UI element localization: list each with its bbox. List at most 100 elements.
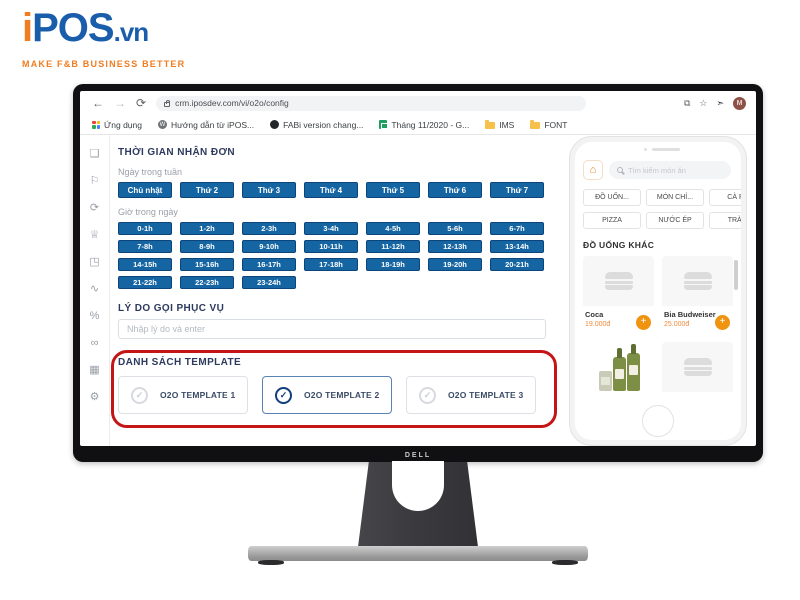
category-chip[interactable]: CÀ PH <box>709 189 741 206</box>
day-button[interactable]: Thứ 3 <box>242 182 296 198</box>
hour-button[interactable]: 8-9h <box>180 240 234 253</box>
template-card-1[interactable]: ✓ O2O TEMPLATE 1 <box>118 376 248 414</box>
dell-logo: DELL <box>73 452 763 459</box>
menu-items-grid: Coca 19.000đ + <box>583 256 735 392</box>
bookmark-huong-dan[interactable]: W Hướng dẫn từ iPOS... <box>158 120 254 130</box>
days-label: Ngày trong tuần <box>118 167 556 177</box>
hour-button[interactable]: 14-15h <box>118 258 172 271</box>
burger-placeholder-icon <box>684 358 712 376</box>
bookmark-sheet[interactable]: Tháng 11/2020 - G... <box>379 120 469 130</box>
app-body: ❑ ⚐ ⟳ ♕ ◳ ∿ % ∞ ▦ ⚙ THỜI GIAN NHẬN ĐƠN N… <box>80 135 756 446</box>
settings-icon[interactable]: ⚙ <box>90 392 100 403</box>
bookmark-star-icon[interactable]: ☆ <box>699 98 707 109</box>
hour-button[interactable]: 9-10h <box>242 240 296 253</box>
day-button[interactable]: Thứ 4 <box>304 182 358 198</box>
template-section-title: DANH SÁCH TEMPLATE <box>118 357 558 368</box>
hour-button[interactable]: 23-24h <box>242 276 296 289</box>
chart-icon[interactable]: ∿ <box>90 284 99 295</box>
template-label: O2O TEMPLATE 3 <box>448 390 523 400</box>
reason-section-title: LÝ DO GỌI PHỤC VỤ <box>118 303 556 314</box>
hour-button[interactable]: 4-5h <box>366 222 420 235</box>
phone-scrollbar[interactable] <box>734 260 738 290</box>
hour-button[interactable]: 5-6h <box>428 222 482 235</box>
add-item-button[interactable]: + <box>715 315 730 330</box>
config-main: THỜI GIAN NHẬN ĐƠN Ngày trong tuần Chủ n… <box>110 135 566 446</box>
address-bar[interactable]: crm.iposdev.com/vi/o2o/config <box>156 96 586 111</box>
hour-button[interactable]: 22-23h <box>180 276 234 289</box>
hour-button[interactable]: 15-16h <box>180 258 234 271</box>
bookmarks-bar: Ứng dụng W Hướng dẫn từ iPOS... FABi ver… <box>80 115 756 135</box>
day-button[interactable]: Thứ 6 <box>428 182 482 198</box>
burger-placeholder-icon <box>684 272 712 290</box>
site-icon <box>270 120 279 129</box>
hour-button[interactable]: 11-12h <box>366 240 420 253</box>
burger-placeholder-icon <box>605 272 633 290</box>
day-button[interactable]: Thứ 7 <box>490 182 544 198</box>
template-card-3[interactable]: ✓ O2O TEMPLATE 3 <box>406 376 536 414</box>
tag-icon[interactable]: ◳ <box>89 257 99 268</box>
chat-icon[interactable]: ❑ <box>90 149 100 160</box>
category-chip[interactable]: TRÀ S <box>709 212 741 229</box>
hour-button[interactable]: 1-2h <box>180 222 234 235</box>
menu-item-beer-photo[interactable] <box>583 342 654 392</box>
hour-button[interactable]: 18-19h <box>366 258 420 271</box>
menu-item-next[interactable] <box>662 342 733 392</box>
day-button[interactable]: Thứ 5 <box>366 182 420 198</box>
megaphone-icon[interactable]: ⚐ <box>90 176 100 187</box>
menu-item-bia-budweiser[interactable]: Bia Budweiser 25.000đ + <box>662 256 733 334</box>
wordpress-icon: W <box>158 120 167 129</box>
hour-button[interactable]: 0-1h <box>118 222 172 235</box>
reason-input[interactable] <box>118 319 546 339</box>
hour-button[interactable]: 21-22h <box>118 276 172 289</box>
check-circle-icon: ✓ <box>275 387 292 404</box>
home-icon[interactable]: ⌂ <box>583 160 603 180</box>
bookmark-label: Hướng dẫn từ iPOS... <box>171 120 254 130</box>
media-control-icon[interactable]: ⧉ <box>684 98 690 109</box>
food-search-input[interactable]: Tìm kiếm món ăn <box>609 161 731 179</box>
check-circle-icon: ✓ <box>131 387 148 404</box>
hour-button[interactable]: 3-4h <box>304 222 358 235</box>
hour-button[interactable]: 19-20h <box>428 258 482 271</box>
logo-vn: .vn <box>114 17 149 47</box>
phone-preview-panel: ⌂ Tìm kiếm món ăn ĐỒ UỐN... MÓN CHÍ... C… <box>566 135 756 446</box>
bookmark-apps[interactable]: Ứng dụng <box>92 120 142 130</box>
forward-icon[interactable]: → <box>114 97 126 109</box>
monitor-stand-base <box>248 546 588 561</box>
hour-button[interactable]: 10-11h <box>304 240 358 253</box>
day-button[interactable]: Chủ nhật <box>118 182 172 198</box>
hour-button[interactable]: 2-3h <box>242 222 296 235</box>
link-icon[interactable]: ∞ <box>91 338 99 349</box>
crown-icon[interactable]: ♕ <box>90 230 100 241</box>
template-list: ✓ O2O TEMPLATE 1 ✓ O2O TEMPLATE 2 ✓ O2O … <box>118 376 558 414</box>
phone-home-button[interactable] <box>642 405 674 437</box>
profile-avatar[interactable]: M <box>733 97 746 110</box>
category-chip[interactable]: NƯỚC ÉP <box>646 212 704 229</box>
percent-icon[interactable]: % <box>90 311 100 322</box>
category-chip[interactable]: ĐỒ UỐN... <box>583 189 641 206</box>
back-icon[interactable]: ← <box>92 97 104 109</box>
hour-button[interactable]: 17-18h <box>304 258 358 271</box>
hour-button[interactable]: 7-8h <box>118 240 172 253</box>
phone-speaker <box>583 148 741 151</box>
bookmark-folder-font[interactable]: FONT <box>530 120 567 130</box>
hour-button[interactable]: 13-14h <box>490 240 544 253</box>
hour-button[interactable]: 20-21h <box>490 258 544 271</box>
menu-item-coca[interactable]: Coca 19.000đ + <box>583 256 654 334</box>
hour-button[interactable]: 12-13h <box>428 240 482 253</box>
bookmark-folder-ims[interactable]: IMS <box>485 120 514 130</box>
hour-button[interactable]: 6-7h <box>490 222 544 235</box>
image-icon[interactable]: ▦ <box>89 365 99 376</box>
template-card-2-selected[interactable]: ✓ O2O TEMPLATE 2 <box>262 376 392 414</box>
hour-button[interactable]: 16-17h <box>242 258 296 271</box>
bookmark-fabi[interactable]: FABi version chang... <box>270 120 363 130</box>
hours-grid: 0-1h 1-2h 2-3h 3-4h 4-5h 5-6h 6-7h 7-8h … <box>118 222 548 289</box>
category-chip[interactable]: PIZZA <box>583 212 641 229</box>
day-button[interactable]: Thứ 2 <box>180 182 234 198</box>
url-text: crm.iposdev.com/vi/o2o/config <box>175 98 289 108</box>
add-item-button[interactable]: + <box>636 315 651 330</box>
category-chip[interactable]: MÓN CHÍ... <box>646 189 704 206</box>
extensions-icon[interactable]: ➣ <box>716 98 724 109</box>
reload-icon[interactable]: ⟳ <box>136 97 146 109</box>
sync-icon[interactable]: ⟳ <box>90 203 99 214</box>
search-placeholder: Tìm kiếm món ăn <box>628 166 686 175</box>
